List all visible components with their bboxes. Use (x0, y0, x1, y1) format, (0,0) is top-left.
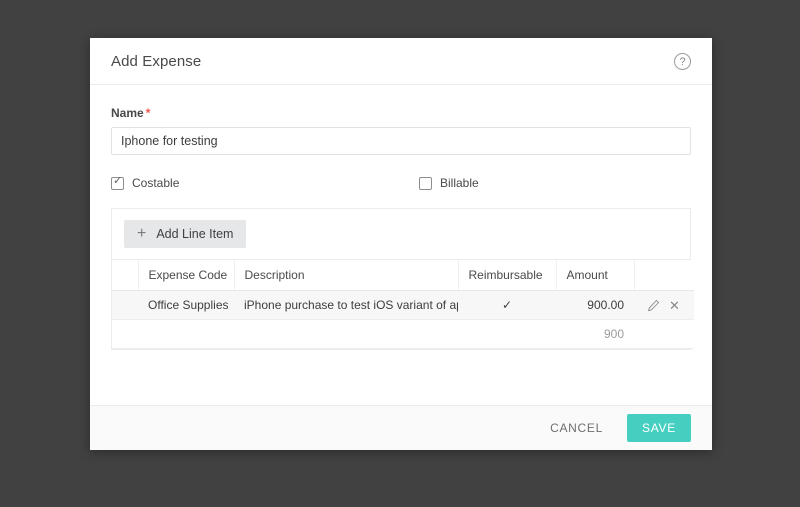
save-button[interactable]: SAVE (627, 414, 691, 442)
total-cell-expense-code (138, 319, 234, 349)
name-label-text: Name (111, 106, 144, 120)
plus-icon: + (137, 225, 147, 242)
total-cell-reimbursable (458, 319, 556, 349)
billable-checkbox[interactable] (419, 176, 432, 190)
total-cell-handle (112, 319, 138, 349)
dialog-footer: CANCEL SAVE (90, 405, 712, 450)
modal-backdrop: Add Expense ? Name* Costable Billable (0, 0, 800, 507)
add-line-item-label: Add Line Item (156, 227, 234, 241)
line-items-panel: + Add Line Item Expense Code Description (111, 208, 694, 350)
table-total-row: 900 (112, 319, 694, 349)
column-header-expense-code: Expense Code (138, 260, 235, 291)
close-icon[interactable]: ✕ (669, 299, 680, 312)
table-body: Office Supplies iPhone purchase to test … (112, 290, 694, 349)
column-header-actions (634, 260, 694, 291)
add-expense-dialog: Add Expense ? Name* Costable Billable (90, 38, 712, 450)
add-line-item-button[interactable]: + Add Line Item (124, 220, 247, 248)
column-header-reimbursable: Reimbursable (458, 260, 557, 291)
costable-label: Costable (132, 176, 180, 190)
cell-amount: 900.00 (556, 290, 634, 320)
name-input[interactable] (111, 127, 691, 155)
line-items-toolbar: + Add Line Item (112, 209, 690, 260)
total-amount: 900 (556, 319, 634, 349)
help-circle-icon[interactable]: ? (674, 52, 691, 70)
column-header-handle (112, 260, 139, 291)
table-row[interactable]: Office Supplies iPhone purchase to test … (112, 290, 694, 320)
page-title: Add Expense (111, 52, 202, 70)
name-field-label: Name * (111, 106, 691, 120)
table-header-row: Expense Code Description Reimbursable Am… (112, 260, 694, 291)
costable-checkbox[interactable] (111, 175, 124, 190)
cell-reimbursable: ✓ (458, 290, 556, 320)
cell-row-actions: ✕ (634, 290, 694, 320)
dialog-header: Add Expense ? (90, 38, 712, 85)
required-asterisk: * (145, 106, 151, 120)
total-cell-actions (634, 319, 694, 349)
cell-description: iPhone purchase to test iOS variant of a… (234, 290, 458, 320)
pencil-icon[interactable] (647, 299, 660, 312)
column-header-description: Description (234, 260, 459, 291)
column-header-amount: Amount (556, 260, 635, 291)
costable-checkbox-group[interactable]: Costable (111, 175, 419, 190)
cancel-button[interactable]: CANCEL (540, 413, 613, 443)
cell-expense-code: Office Supplies (138, 290, 234, 320)
billable-checkbox-group[interactable]: Billable (419, 176, 479, 190)
table-header: Expense Code Description Reimbursable Am… (112, 260, 694, 291)
line-items-table: Expense Code Description Reimbursable Am… (112, 260, 694, 349)
checkbox-row: Costable Billable (111, 175, 691, 190)
total-cell-description (234, 319, 458, 349)
row-handle-cell (112, 290, 138, 320)
dialog-body: Name* Costable Billable + Add Line Item (90, 85, 712, 405)
billable-label: Billable (440, 176, 479, 190)
